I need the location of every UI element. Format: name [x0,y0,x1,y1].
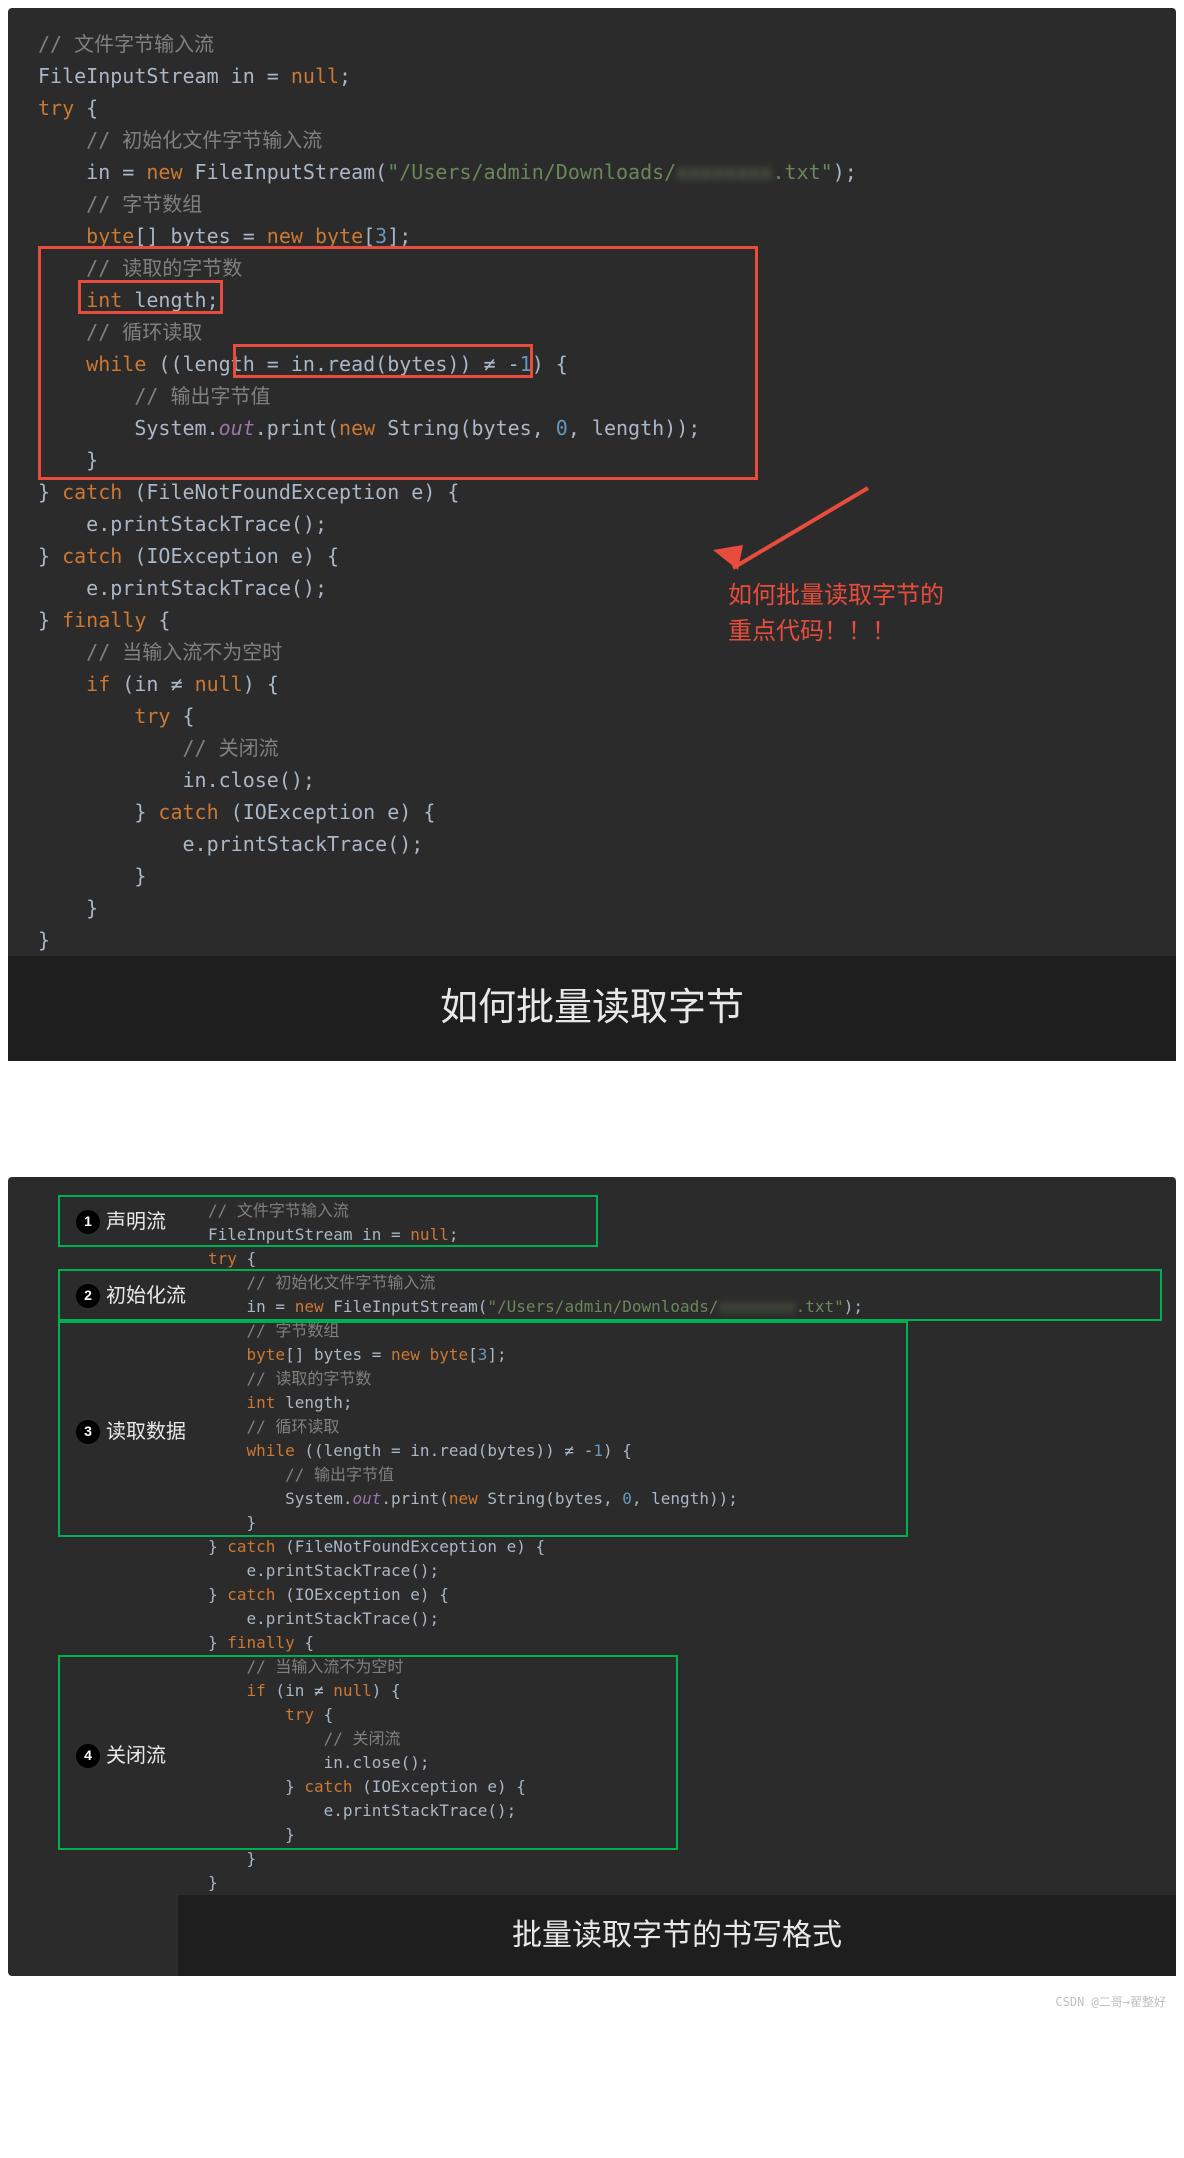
code-lines: // 文件字节输入流 FileInputStream in = null; tr… [8,28,1176,956]
step-num-icon: 2 [76,1284,100,1308]
step-num-icon: 3 [76,1420,100,1444]
step-label-3: 3读取数据 [76,1417,186,1447]
code-lines-2: // 文件字节输入流 FileInputStream in = null; tr… [178,1199,1176,1895]
watermark-text: CSDN @二哥→翟整好 [1055,1993,1166,2011]
step-label-1: 1声明流 [76,1207,166,1237]
step-num-icon: 4 [76,1744,100,1768]
slide-title-2: 批量读取字节的书写格式 [178,1895,1176,1976]
step-label-2: 2初始化流 [76,1281,186,1311]
annotation-text: 如何批量读取字节的 重点代码！！！ [728,578,944,650]
step-label-4: 4关闭流 [76,1741,166,1771]
code-annotation-block-1: // 文件字节输入流 FileInputStream in = null; tr… [8,8,1176,1061]
step-num-icon: 1 [76,1210,100,1234]
slide-title-1: 如何批量读取字节 [8,956,1176,1061]
code-annotation-block-2: // 文件字节输入流 FileInputStream in = null; tr… [8,1177,1176,1976]
